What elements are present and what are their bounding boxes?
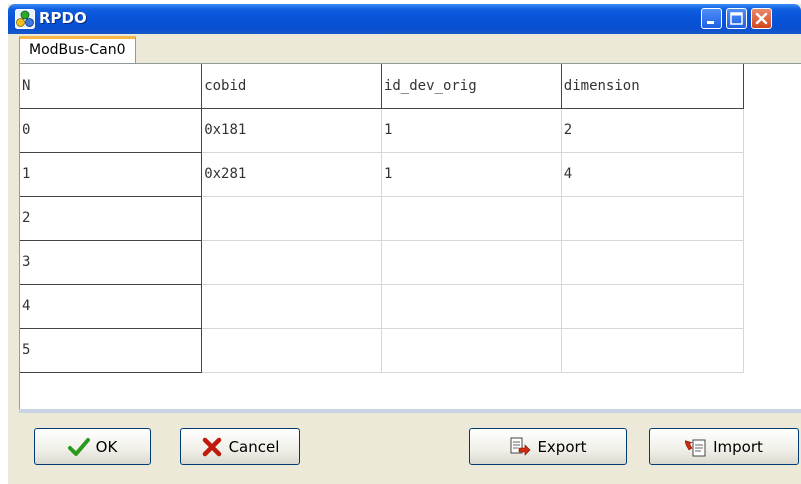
export-label: Export [537,437,587,456]
import-label: Import [713,437,763,456]
table-header-row: N cobid id_dev_orig dimension [20,64,801,109]
table-cell[interactable]: 1 [381,108,562,153]
horizontal-scrollbar[interactable] [19,409,801,413]
rpdo-window: RPDO ModBus-Can0 N cobid id_dev_orig dim… [8,4,801,484]
cancel-label: Cancel [228,437,280,456]
maximize-button[interactable] [726,8,747,29]
table-cell[interactable] [201,196,382,241]
table-cell[interactable] [381,240,562,285]
table-cell[interactable]: 1 [381,152,562,197]
column-header-cobid[interactable]: cobid [201,64,382,109]
row-header[interactable]: 3 [20,240,203,285]
table-cell[interactable] [561,240,744,285]
rpdo-table: N cobid id_dev_orig dimension 0 0x181 1 … [20,64,801,373]
table-cell[interactable]: 0x281 [201,152,382,197]
cancel-button[interactable]: Cancel [180,428,300,465]
column-header-dimension[interactable]: dimension [561,64,744,109]
table-filler [743,108,801,152]
table-row: 5 [20,328,801,373]
window-title: RPDO [39,9,87,27]
table-cell[interactable] [381,196,562,241]
column-header-empty [743,64,801,108]
table-cell[interactable]: 2 [561,108,744,153]
table-filler [743,152,801,196]
title-bar[interactable]: RPDO [8,4,801,34]
import-button[interactable]: Import [649,428,799,465]
table-filler [743,284,801,328]
import-icon [685,439,706,456]
x-mark-icon [202,437,221,456]
tab-strip: ModBus-Can0 [8,34,801,63]
table-cell[interactable] [561,284,744,329]
table-filler [743,196,801,240]
row-header[interactable]: 5 [20,328,203,373]
table-cell[interactable] [561,328,744,373]
table-cell[interactable]: 0x181 [201,108,382,153]
network-nodes-icon [15,9,35,29]
export-icon [510,437,531,456]
table-row: 4 [20,284,801,329]
minimize-icon [707,21,714,24]
table-cell[interactable] [201,328,382,373]
table-cell[interactable] [201,240,382,285]
table-row: 1 0x281 1 4 [20,152,801,197]
ok-label: OK [95,437,118,456]
export-button[interactable]: Export [469,428,627,465]
table-cell[interactable] [381,328,562,373]
close-icon [755,12,768,25]
minimize-button[interactable] [701,8,722,29]
rpdo-table-container[interactable]: N cobid id_dev_orig dimension 0 0x181 1 … [19,63,801,411]
table-cell[interactable] [561,196,744,241]
table-row: 0 0x181 1 2 [20,108,801,153]
table-row: 3 [20,240,801,285]
ok-button[interactable]: OK [34,428,151,465]
row-header[interactable]: 4 [20,284,203,329]
tab-modbus-can0[interactable]: ModBus-Can0 [19,36,136,63]
row-header[interactable]: 0 [20,108,203,153]
column-header-id-dev-orig[interactable]: id_dev_orig [381,64,562,109]
maximize-icon [730,12,743,25]
table-cell[interactable] [381,284,562,329]
table-filler [743,328,801,372]
column-header-n[interactable]: N [20,64,203,109]
table-row: 2 [20,196,801,241]
table-filler [743,240,801,284]
close-button[interactable] [751,8,772,29]
table-cell[interactable]: 4 [561,152,744,197]
row-header[interactable]: 1 [20,152,203,197]
table-cell[interactable] [201,284,382,329]
row-header[interactable]: 2 [20,196,203,241]
checkmark-icon [67,437,90,456]
